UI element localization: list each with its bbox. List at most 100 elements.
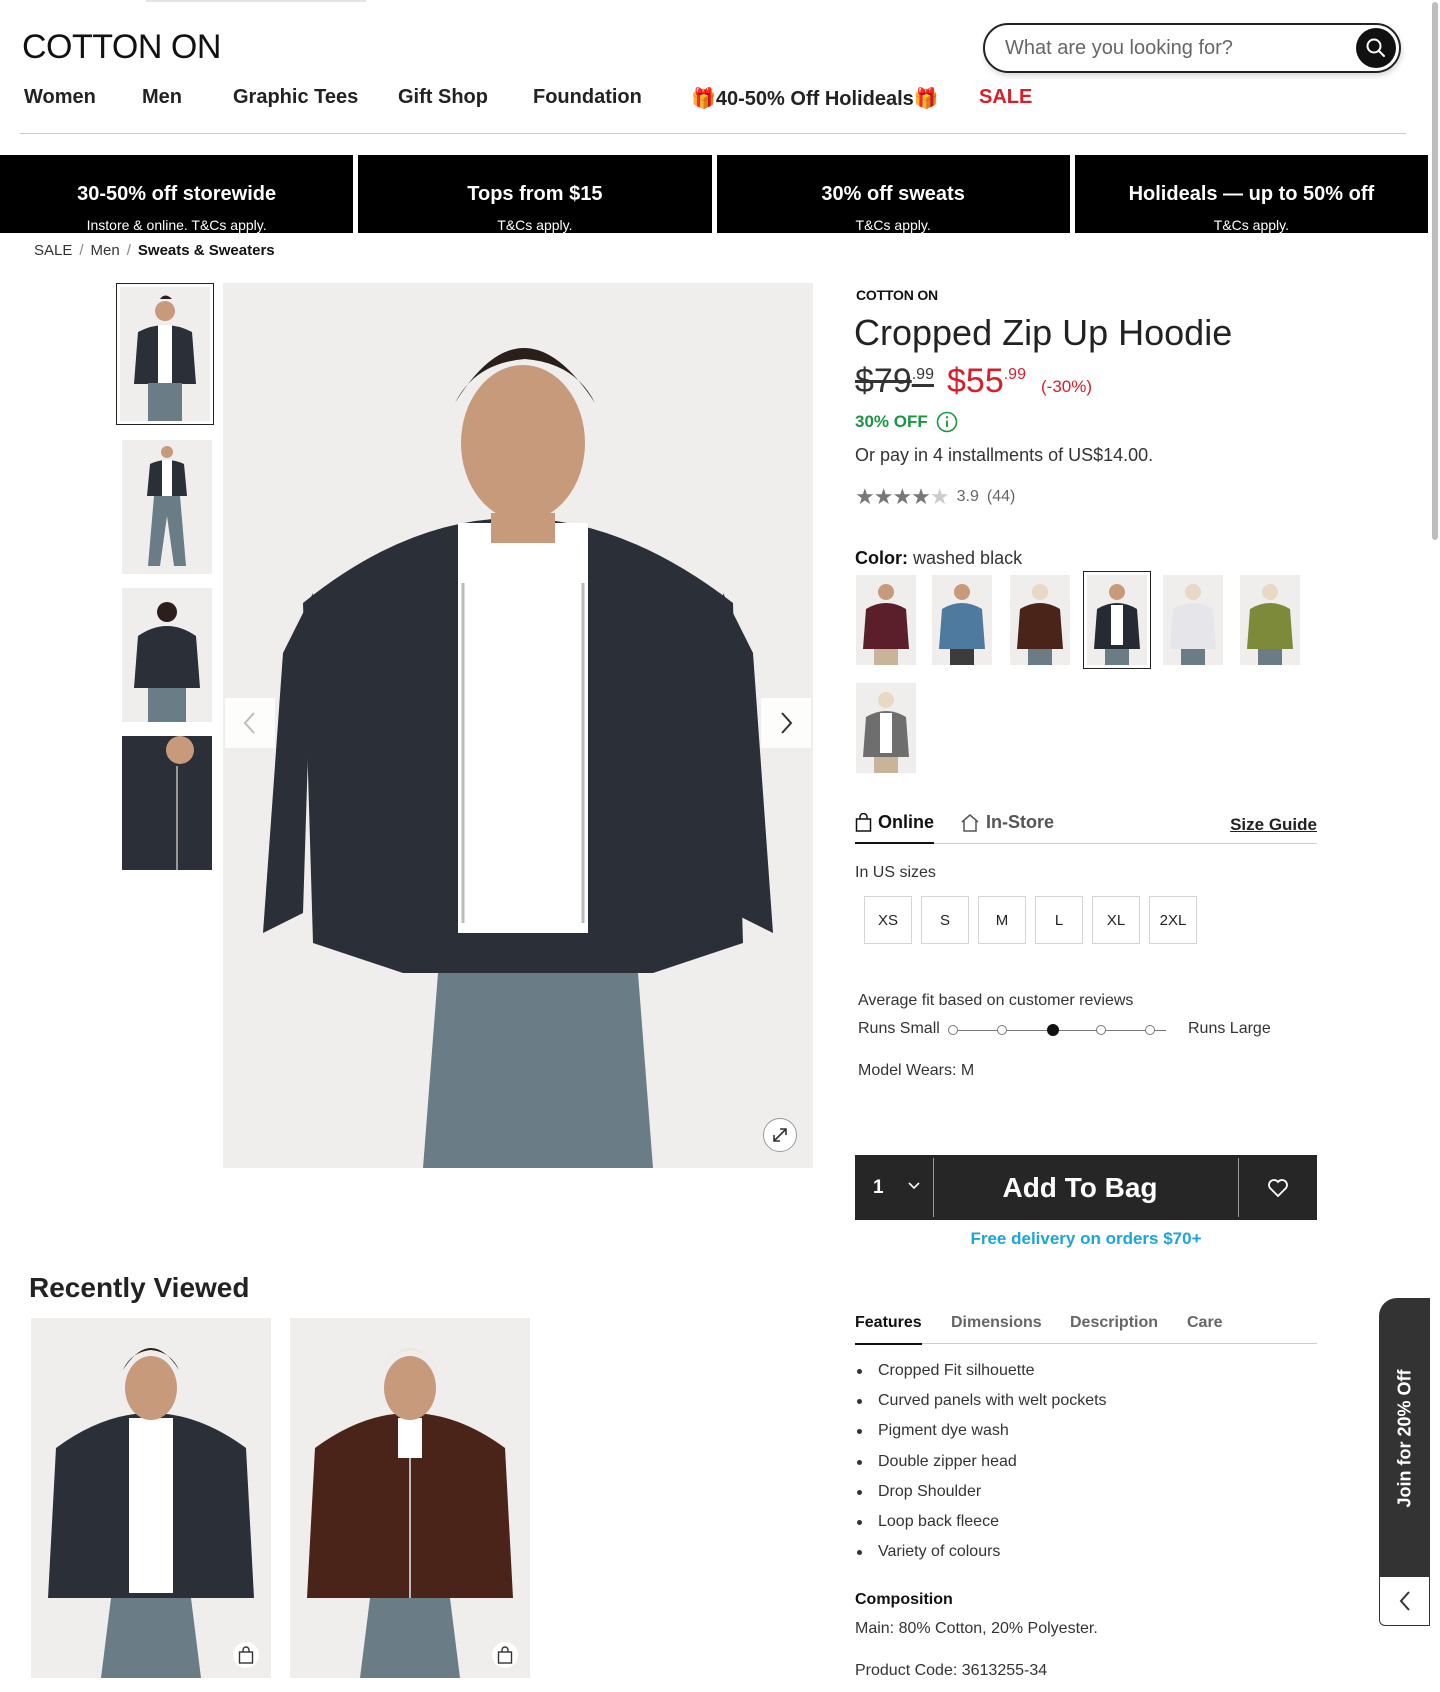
color-swatch-grey-marle[interactable]: [1163, 575, 1223, 665]
thumbnail-back[interactable]: [122, 588, 212, 722]
search-button[interactable]: [1356, 28, 1396, 68]
fit-runs-small: Runs Small: [858, 1020, 940, 1037]
nav-foundation[interactable]: Foundation: [533, 86, 642, 109]
installments-text: Or pay in 4 installments of US$14.00.: [855, 445, 1154, 465]
feature-item: Pigment dye wash: [855, 1422, 1107, 1452]
page-scrollbar[interactable]: [1430, 0, 1440, 1692]
breadcrumb-separator: /: [126, 242, 131, 259]
free-delivery-text[interactable]: Free delivery on orders $70+: [855, 1229, 1317, 1249]
color-label: Color: washed black: [855, 548, 1022, 569]
color-swatch-washed-black[interactable]: [1083, 571, 1151, 669]
color-swatch-burgundy[interactable]: [856, 575, 916, 665]
feature-item: Loop back fleece: [855, 1513, 1107, 1543]
color-swatch-olive[interactable]: [1240, 575, 1300, 665]
size-option-m[interactable]: M: [978, 896, 1026, 944]
feature-item: Curved panels with welt pockets: [855, 1392, 1107, 1422]
model-wears: Model Wears: M: [858, 1062, 975, 1079]
sizes-label: In US sizes: [855, 864, 936, 881]
search-bar[interactable]: [983, 23, 1401, 73]
breadcrumb-sale[interactable]: SALE: [34, 242, 72, 259]
offer-badge: 30% OFF: [855, 411, 958, 433]
tab-dimensions[interactable]: Dimensions: [951, 1314, 1042, 1332]
recently-viewed-item-washed-black[interactable]: [31, 1318, 271, 1678]
store-icon: [961, 813, 979, 832]
size-guide-link[interactable]: Size Guide: [1230, 815, 1317, 835]
sale-price-dollars: $55: [947, 362, 1004, 400]
quantity-select[interactable]: 1: [855, 1155, 933, 1220]
color-swatch-charcoal[interactable]: [856, 683, 916, 773]
bag-bar-divider: [933, 1158, 934, 1217]
tab-features[interactable]: Features: [855, 1314, 922, 1345]
wishlist-button[interactable]: [1239, 1155, 1317, 1220]
color-swatch-brown[interactable]: [1010, 575, 1070, 665]
offer-label: 30% OFF: [855, 412, 928, 431]
nav-gift-shop[interactable]: Gift Shop: [398, 86, 488, 109]
search-input[interactable]: [1005, 36, 1335, 60]
next-image-button[interactable]: [761, 698, 811, 748]
discount-percent: (-30%): [1041, 377, 1093, 396]
thumbnail-front[interactable]: [116, 283, 214, 425]
fit-runs-large: Runs Large: [1188, 1020, 1271, 1037]
nav-holideals[interactable]: 🎁40-50% Off Holideals🎁: [691, 86, 939, 111]
quick-add-button[interactable]: [233, 1642, 259, 1668]
promo-banner[interactable]: Tops from $15 T&Cs apply.: [358, 155, 712, 233]
thumbnail-full-length[interactable]: [122, 440, 212, 574]
sale-price-cents: .99: [1003, 366, 1026, 383]
size-option-2xl[interactable]: 2XL: [1149, 896, 1197, 944]
thumbnail-detail[interactable]: [122, 736, 212, 870]
add-to-bag-button[interactable]: Add To Bag: [935, 1155, 1225, 1220]
fit-point: [1095, 1025, 1106, 1035]
prev-image-button[interactable]: [225, 698, 275, 748]
scrollbar-thumb[interactable]: [1432, 2, 1438, 540]
size-option-xs[interactable]: XS: [864, 896, 912, 944]
color-label-key: Color:: [855, 548, 908, 568]
chevron-down-icon: [908, 1182, 920, 1190]
shopping-bag-icon: [497, 1646, 513, 1664]
fit-scale-track: [954, 1030, 1166, 1031]
product-title: Cropped Zip Up Hoodie: [854, 312, 1233, 353]
availability-tabs: Online In-Store Size Guide: [855, 812, 1317, 844]
breadcrumb-men[interactable]: Men: [91, 242, 120, 259]
fit-point-selected: [1046, 1024, 1059, 1036]
promo-banner[interactable]: Holideals — up to 50% off T&Cs apply.: [1074, 155, 1428, 233]
nav-men[interactable]: Men: [142, 86, 182, 109]
original-price-cents: .99: [911, 366, 934, 383]
join-offer-tab[interactable]: Join for 20% Off: [1379, 1298, 1430, 1578]
site-logo[interactable]: COTTON ON: [22, 28, 221, 67]
recently-viewed-item-brown[interactable]: [290, 1318, 530, 1678]
nav-divider: [20, 133, 1406, 134]
tab-care[interactable]: Care: [1187, 1314, 1223, 1332]
info-icon[interactable]: [936, 411, 958, 433]
promo-subtitle: T&Cs apply.: [497, 217, 573, 233]
top-tab-strip: [146, 0, 366, 2]
chevron-left-icon: [1399, 1591, 1410, 1611]
rating-value: 3.9: [956, 488, 979, 505]
tab-in-store-label: In-Store: [986, 812, 1055, 832]
tab-description[interactable]: Description: [1070, 1314, 1158, 1332]
fit-point: [1145, 1025, 1155, 1035]
nav-graphic-tees[interactable]: Graphic Tees: [233, 86, 358, 109]
expand-image-button[interactable]: [763, 1118, 797, 1152]
color-swatch-blue[interactable]: [932, 575, 992, 665]
promo-title: Holideals — up to 50% off: [1128, 183, 1375, 205]
size-option-l[interactable]: L: [1035, 896, 1083, 944]
promo-banner[interactable]: 30-50% off storewide Instore & online. T&…: [0, 155, 354, 233]
original-price: $79.99: [855, 362, 934, 401]
join-offer-label: Join for 20% Off: [1394, 1368, 1415, 1508]
size-option-xl[interactable]: XL: [1092, 896, 1140, 944]
product-brand[interactable]: COTTON ON: [856, 287, 938, 303]
join-offer-toggle[interactable]: [1379, 1576, 1430, 1626]
quick-add-button[interactable]: [492, 1642, 518, 1668]
size-option-s[interactable]: S: [921, 896, 969, 944]
fit-scale: Runs Small Runs Large: [858, 1020, 1278, 1040]
product-rating[interactable]: ★★★★★ 3.9 (44): [855, 484, 1015, 510]
nav-women[interactable]: Women: [24, 86, 96, 109]
tab-online[interactable]: Online: [855, 812, 935, 844]
fit-point: [948, 1025, 958, 1035]
feature-item: Drop Shoulder: [855, 1483, 1107, 1513]
nav-sale[interactable]: SALE: [979, 86, 1032, 109]
main-product-image[interactable]: [223, 283, 813, 1168]
promo-banner[interactable]: 30% off sweats T&Cs apply.: [716, 155, 1070, 233]
tab-in-store[interactable]: In-Store: [960, 812, 1054, 833]
promo-subtitle: T&Cs apply.: [1213, 217, 1289, 233]
